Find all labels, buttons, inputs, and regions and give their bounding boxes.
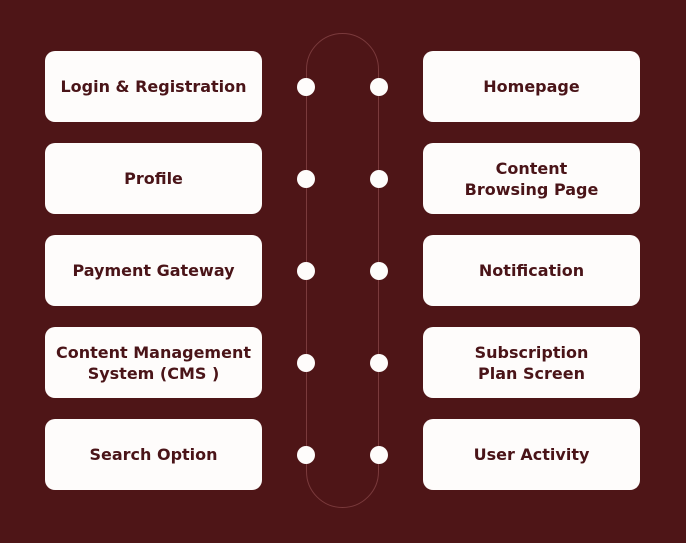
feature-card-right: Subscription Plan Screen xyxy=(423,327,640,398)
feature-card-left: Login & Registration xyxy=(45,51,262,122)
connector-dot-right xyxy=(370,78,388,96)
feature-card-left: Profile xyxy=(45,143,262,214)
feature-card-right: Content Browsing Page xyxy=(423,143,640,214)
connector-dot-right xyxy=(370,262,388,280)
connector-dot-right xyxy=(370,446,388,464)
feature-card-left: Content Management System (CMS ) xyxy=(45,327,262,398)
connector-dot-left xyxy=(297,78,315,96)
feature-card-right: User Activity xyxy=(423,419,640,490)
connector-dot-left xyxy=(297,170,315,188)
feature-card-left: Payment Gateway xyxy=(45,235,262,306)
connector-dot-left xyxy=(297,262,315,280)
connector-dot-right xyxy=(370,170,388,188)
feature-card-right: Homepage xyxy=(423,51,640,122)
connector-dot-left xyxy=(297,446,315,464)
connector-track xyxy=(306,33,379,508)
feature-card-left: Search Option xyxy=(45,419,262,490)
feature-card-right: Notification xyxy=(423,235,640,306)
connector-dot-right xyxy=(370,354,388,372)
connector-dot-left xyxy=(297,354,315,372)
